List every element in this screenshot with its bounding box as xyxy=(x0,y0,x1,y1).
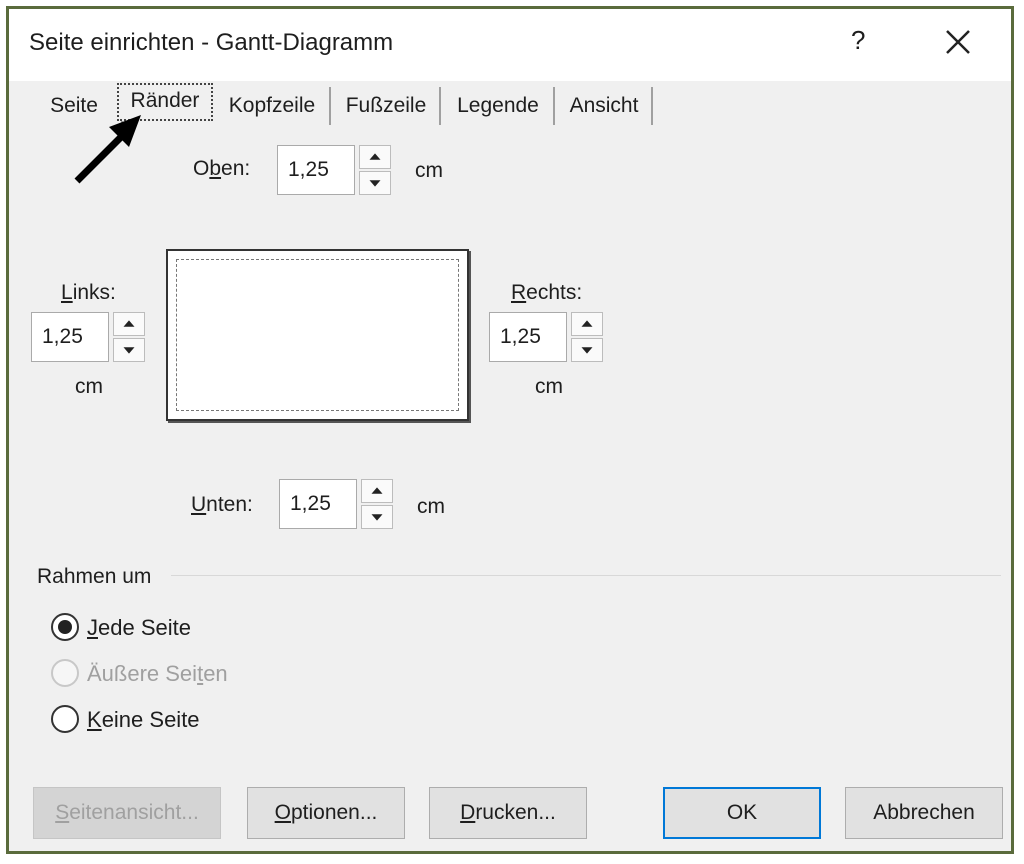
cancel-button[interactable]: Abbrechen xyxy=(845,787,1003,839)
top-margin-input[interactable]: 1,25 xyxy=(277,145,355,195)
margin-guide xyxy=(176,259,459,411)
right-margin-increase-icon[interactable] xyxy=(571,312,603,336)
left-margin-unit: cm xyxy=(75,375,103,398)
left-margin-spinner: 1,25 xyxy=(31,312,147,364)
tab-kopfzeile[interactable]: Kopfzeile xyxy=(215,87,331,125)
bottom-margin-input[interactable]: 1,25 xyxy=(279,479,357,529)
left-margin-increase-icon[interactable] xyxy=(113,312,145,336)
options-button[interactable]: Optionen... xyxy=(247,787,405,839)
radio-label-jede-seite[interactable]: Jede Seite xyxy=(87,615,191,641)
arrow-icon xyxy=(74,115,141,184)
radio-keine-seite[interactable] xyxy=(51,705,79,733)
right-margin-spinner: 1,25 xyxy=(489,312,605,364)
group-divider xyxy=(171,575,1001,576)
right-margin-label: Rechts: xyxy=(511,281,583,304)
top-margin-spinner: 1,25 xyxy=(277,145,393,197)
bottom-margin-increase-icon[interactable] xyxy=(361,479,393,503)
right-margin-input[interactable]: 1,25 xyxy=(489,312,567,362)
tab-strip: Seite Ränder Kopfzeile Fußzeile Legende … xyxy=(9,81,1011,131)
right-margin-decrease-icon[interactable] xyxy=(571,338,603,362)
tab-ansicht[interactable]: Ansicht xyxy=(557,87,653,125)
top-margin-increase-icon[interactable] xyxy=(359,145,391,169)
top-margin-label: Oben: xyxy=(193,157,251,180)
frame-group-title: Rahmen um xyxy=(37,565,152,588)
page-preview-button: Seitenansicht... xyxy=(33,787,221,839)
bottom-margin-decrease-icon[interactable] xyxy=(361,505,393,529)
top-margin-decrease-icon[interactable] xyxy=(359,171,391,195)
ok-button[interactable]: OK xyxy=(663,787,821,839)
right-margin-unit: cm xyxy=(535,375,563,398)
dialog-title: Seite einrichten - Gantt-Diagramm xyxy=(29,29,394,56)
print-button[interactable]: Drucken... xyxy=(429,787,587,839)
bottom-margin-unit: cm xyxy=(417,495,445,518)
top-margin-unit: cm xyxy=(415,159,443,182)
help-button[interactable]: ? xyxy=(851,25,865,56)
left-margin-label: Links: xyxy=(61,281,116,304)
radio-label-aeussere-seiten: Äußere Seiten xyxy=(87,661,228,686)
close-icon[interactable] xyxy=(939,25,979,61)
radio-label-keine-seite[interactable]: Keine Seite xyxy=(87,707,200,733)
radio-jede-seite[interactable] xyxy=(51,613,79,641)
radio-aeussere-seiten xyxy=(51,659,79,687)
title-bar: Seite einrichten - Gantt-Diagramm ? xyxy=(9,9,1011,81)
left-margin-decrease-icon[interactable] xyxy=(113,338,145,362)
tab-legende[interactable]: Legende xyxy=(443,87,555,125)
page-preview xyxy=(166,249,469,421)
page-setup-dialog: Seite einrichten - Gantt-Diagramm ? Seit… xyxy=(6,6,1014,854)
left-margin-input[interactable]: 1,25 xyxy=(31,312,109,362)
bottom-margin-spinner: 1,25 xyxy=(279,479,395,531)
bottom-margin-label: Unten: xyxy=(191,493,253,516)
tab-fusszeile[interactable]: Fußzeile xyxy=(333,87,441,125)
